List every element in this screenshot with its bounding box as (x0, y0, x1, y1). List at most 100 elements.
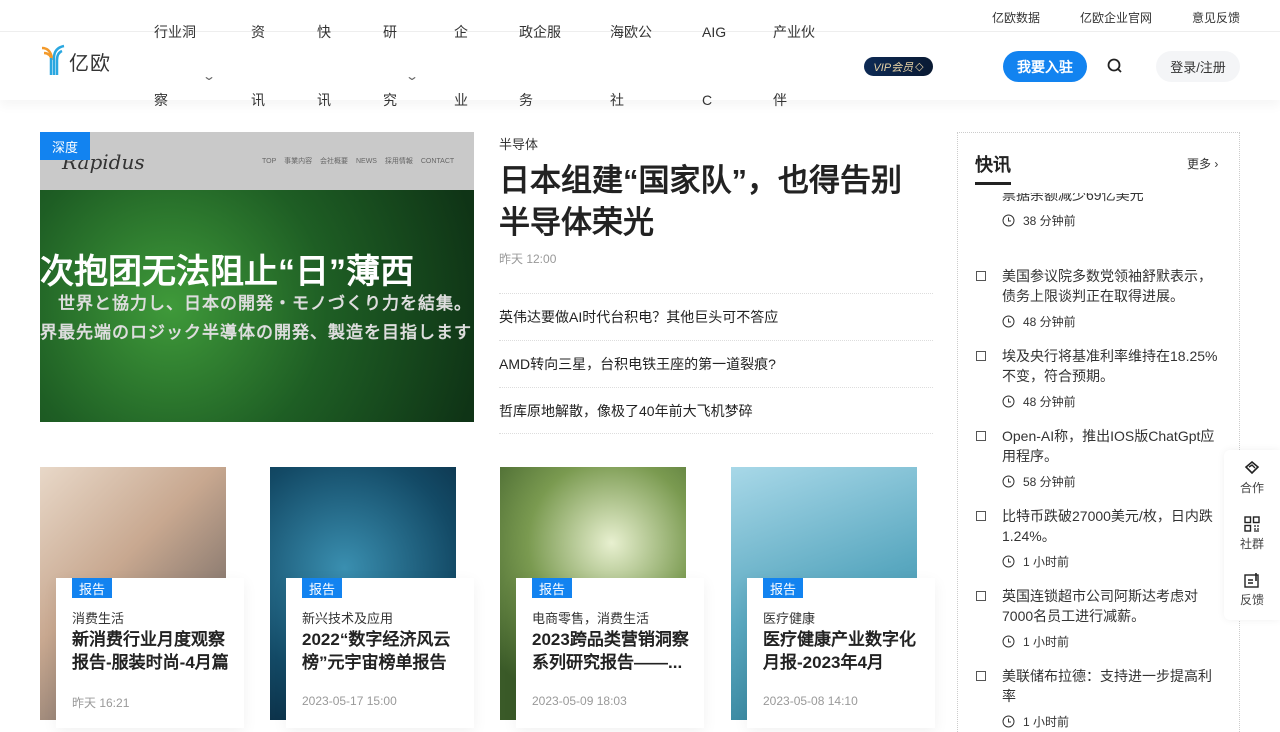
hero-image[interactable]: Rapidus TOP 事業内容 会社概要 NEWS 採用情報 CONTACT … (40, 132, 474, 422)
news-time: 48 分钟前 (1002, 393, 1076, 410)
flash-news-list[interactable]: 美联储：经季节性因素调整的商业票据余额减少69亿美元 38 分钟前美国参议院多数党… (958, 193, 1239, 732)
related-link[interactable]: 哲库原地解散，像极了40年前大飞机梦碎 (499, 387, 933, 434)
nav-flash[interactable]: 快讯 (317, 0, 333, 134)
card-category: 新兴技术及应用 (302, 611, 394, 626)
news-ago: 58 分钟前 (1023, 475, 1076, 489)
news-time: 48 分钟前 (1002, 313, 1076, 330)
news-text[interactable]: 比特币跌破27000美元/枚，日内跌1.24%。 (1002, 506, 1224, 546)
hero-subtitle: 世界と協力し、日本の開発・モノづくり力を結集。 (58, 294, 472, 313)
report-tag: 报告 (72, 578, 112, 598)
nav-gov-service[interactable]: 政企服务 (519, 0, 565, 134)
chevron-down-icon: ⌄ (404, 69, 420, 83)
card-time: 昨天 16:21 (72, 696, 130, 710)
checkbox-icon (976, 671, 986, 681)
news-ago: 48 分钟前 (1023, 315, 1076, 329)
nav-community[interactable]: 海欧公社 (610, 0, 656, 134)
nav-research[interactable]: 研究 ⌄ (383, 0, 419, 134)
join-button[interactable]: 我要入驻 (1003, 51, 1087, 82)
side-feedback[interactable]: 反馈 (1224, 572, 1280, 608)
news-text[interactable]: Open-AI称，推出IOS版ChatGpt应用程序。 (1002, 426, 1224, 466)
news-time: 58 分钟前 (1002, 473, 1076, 490)
header: 亿欧 行业洞察 ⌄ 资讯 快讯 研究 ⌄ 企业 政企服务 海欧公社 AIGC 产业伙… (0, 24, 1280, 108)
nav-news[interactable]: 资讯 (251, 0, 267, 134)
nav-enterprise[interactable]: 企业 (454, 0, 470, 134)
card-category: 医疗健康 (763, 611, 816, 626)
news-text[interactable]: 美国参议院多数党领袖舒默表示，债务上限谈判正在取得进展。 (1002, 266, 1224, 306)
card-time: 2023-05-17 15:00 (302, 694, 397, 708)
featured-title[interactable]: 日本组建“国家队”，也得告别半导体荣光 (499, 160, 929, 244)
card-title[interactable]: 2022“数字经济风云榜”元宇宙榜单报告 (302, 628, 462, 674)
clock-icon (1002, 635, 1015, 648)
logo-text: 亿欧 (69, 53, 111, 75)
chevron-down-icon: ⌄ (201, 69, 217, 83)
report-card[interactable]: 报告 医疗健康 医疗健康产业数字化月报-2023年4月 2023-05-08 14:1… (731, 467, 935, 728)
nav-label: 快讯 (317, 24, 331, 108)
card-time: 2023-05-08 14:10 (763, 694, 858, 708)
news-time: 1 小时前 (1002, 633, 1069, 650)
nav-label: 行业洞察 (154, 24, 196, 108)
logo-icon (41, 44, 65, 75)
nav-label: 政企服务 (519, 24, 561, 108)
news-ago: 48 分钟前 (1023, 395, 1076, 409)
news-ago: 1 小时前 (1023, 715, 1070, 729)
nav-label: 资讯 (251, 24, 265, 108)
nav-partners[interactable]: 产业伙伴 (773, 0, 819, 134)
news-ago: 38 分钟前 (1023, 214, 1076, 228)
checkbox-icon (976, 271, 986, 281)
news-time: 1 小时前 (1002, 553, 1069, 570)
hero-menu: TOP 事業内容 会社概要 NEWS 採用情報 CONTACT (262, 158, 455, 165)
checkbox-icon (976, 591, 986, 601)
related-link[interactable]: 英伟达要做AI时代台积电？其他巨头可不答应 (499, 293, 933, 340)
handshake-icon (1244, 460, 1260, 475)
side-label: 合作 (1239, 481, 1264, 495)
checkbox-icon (976, 351, 986, 361)
card-title[interactable]: 新消费行业月度观察报告-服装时尚-4月篇 (72, 628, 232, 674)
hero-subtitle: 界最先端のロジック半導体の開発、製造を目指します (40, 323, 472, 342)
clock-icon (1002, 214, 1015, 227)
flash-news-panel: 快讯 更多 › 美联储：经季节性因素调整的商业票据余额减少69亿美元 38 分钟前… (957, 132, 1240, 732)
more-link[interactable]: 更多 › (1187, 155, 1218, 172)
clock-icon (1002, 475, 1015, 488)
report-card[interactable]: 报告 新兴技术及应用 2022“数字经济风云榜”元宇宙榜单报告 2023-05-17 … (270, 467, 474, 728)
side-toolbar: 合作 社群 反馈 (1224, 450, 1280, 620)
hero-headline: 次抱团无法阻止“日”薄西 (40, 253, 414, 291)
nav-industry-insight[interactable]: 行业洞察 ⌄ (154, 0, 216, 134)
featured-category[interactable]: 半导体 (499, 134, 538, 153)
nav-label: 研究 (383, 24, 397, 108)
more-label: 更多 (1187, 157, 1212, 171)
news-text[interactable]: 英国连锁超市公司阿斯达考虑对7000名员工进行减薪。 (1002, 586, 1224, 626)
card-title[interactable]: 医疗健康产业数字化月报-2023年4月 (763, 628, 923, 674)
side-label: 反馈 (1239, 593, 1264, 607)
search-icon[interactable] (1106, 57, 1124, 75)
vip-badge[interactable]: VIP会员 ◇ (864, 57, 933, 76)
news-text[interactable]: 美联储布拉德：支持进一步提高利率 (1002, 666, 1224, 706)
link-feedback[interactable]: 意见反馈 (1192, 9, 1240, 26)
logo[interactable]: 亿欧 (40, 44, 111, 76)
news-text[interactable]: 埃及央行将基准利率维持在18.25%不变，符合预期。 (1002, 346, 1224, 386)
clock-icon (1002, 395, 1015, 408)
login-button[interactable]: 登录/注册 (1156, 51, 1240, 82)
vip-label: VIP会员 (873, 61, 914, 74)
side-cooperation[interactable]: 合作 (1224, 460, 1280, 496)
depth-tag: 深度 (40, 132, 90, 160)
card-title[interactable]: 2023跨品类营销洞察系列研究报告——... (532, 628, 692, 674)
related-link[interactable]: AMD转向三星，台积电铁王座的第一道裂痕? (499, 340, 933, 387)
card-category: 电商零售，消费生活 (532, 611, 650, 626)
news-time: 1 小时前 (1002, 713, 1069, 730)
chevron-right-icon: › (1214, 157, 1219, 171)
nav-aigc[interactable]: AIGC (702, 0, 728, 134)
news-ago: 1 小时前 (1023, 635, 1070, 649)
nav-label: 海欧公社 (610, 24, 652, 108)
report-card[interactable]: 报告 电商零售，消费生活 2023跨品类营销洞察系列研究报告——... 2023-05… (500, 467, 704, 728)
link-enterprise-site[interactable]: 亿欧企业官网 (1080, 9, 1152, 26)
link-yiou-data[interactable]: 亿欧数据 (992, 9, 1040, 26)
featured-time: 昨天 12:00 (499, 252, 557, 266)
side-label: 社群 (1239, 537, 1264, 551)
nav-label: 产业伙伴 (773, 24, 815, 108)
diamond-icon: ◇ (915, 61, 924, 73)
report-card[interactable]: 报告 消费生活 新消费行业月度观察报告-服装时尚-4月篇 昨天 16:21 (40, 467, 244, 728)
nav-label: AIGC (702, 24, 727, 108)
side-community[interactable]: 社群 (1224, 516, 1280, 552)
checkbox-icon (976, 431, 986, 441)
news-text[interactable]: 美联储：经季节性因素调整的商业票据余额减少69亿美元 (1002, 193, 1224, 205)
